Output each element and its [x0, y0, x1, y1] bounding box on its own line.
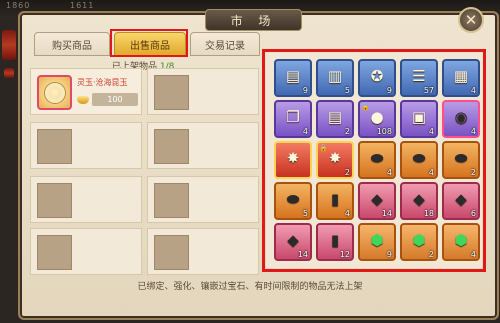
- tab-sell-highlight: [110, 29, 188, 57]
- listed-item-price: 100: [77, 93, 138, 106]
- footer-note: 已绑定、强化、镶嵌过宝石、有时间限制的物品无法上架: [137, 282, 363, 292]
- inventory-highlight: [262, 49, 486, 272]
- empty-listing-slot[interactable]: [147, 176, 259, 223]
- price-value: 100: [92, 93, 138, 106]
- tab-buy[interactable]: 购买商品: [34, 32, 110, 56]
- lantern-icon: [2, 30, 16, 60]
- listed-item-name: 灵玉·沧海昆玉: [77, 78, 128, 87]
- close-icon: ✕: [464, 11, 478, 29]
- empty-listing-slot[interactable]: [147, 122, 259, 169]
- empty-listing-slot[interactable]: [147, 68, 259, 115]
- window-title: 市 场: [205, 9, 302, 31]
- empty-listing-slot[interactable]: [30, 176, 142, 223]
- listed-items-panel: 灵玉·沧海昆玉 100: [30, 68, 259, 275]
- empty-listing-slot[interactable]: [147, 228, 259, 275]
- jade-icon: [37, 75, 72, 110]
- background-text-left: 1860: [6, 1, 31, 10]
- tab-history[interactable]: 交易记录: [190, 32, 260, 56]
- empty-listing-slot[interactable]: [30, 228, 142, 275]
- empty-listing-slot[interactable]: [30, 122, 142, 169]
- close-button[interactable]: ✕: [458, 7, 484, 33]
- background-text-right: 1611: [70, 1, 95, 10]
- gold-ingot-icon: [77, 95, 89, 104]
- lantern-icon: [4, 68, 14, 78]
- listed-item-card[interactable]: 灵玉·沧海昆玉 100: [30, 68, 142, 115]
